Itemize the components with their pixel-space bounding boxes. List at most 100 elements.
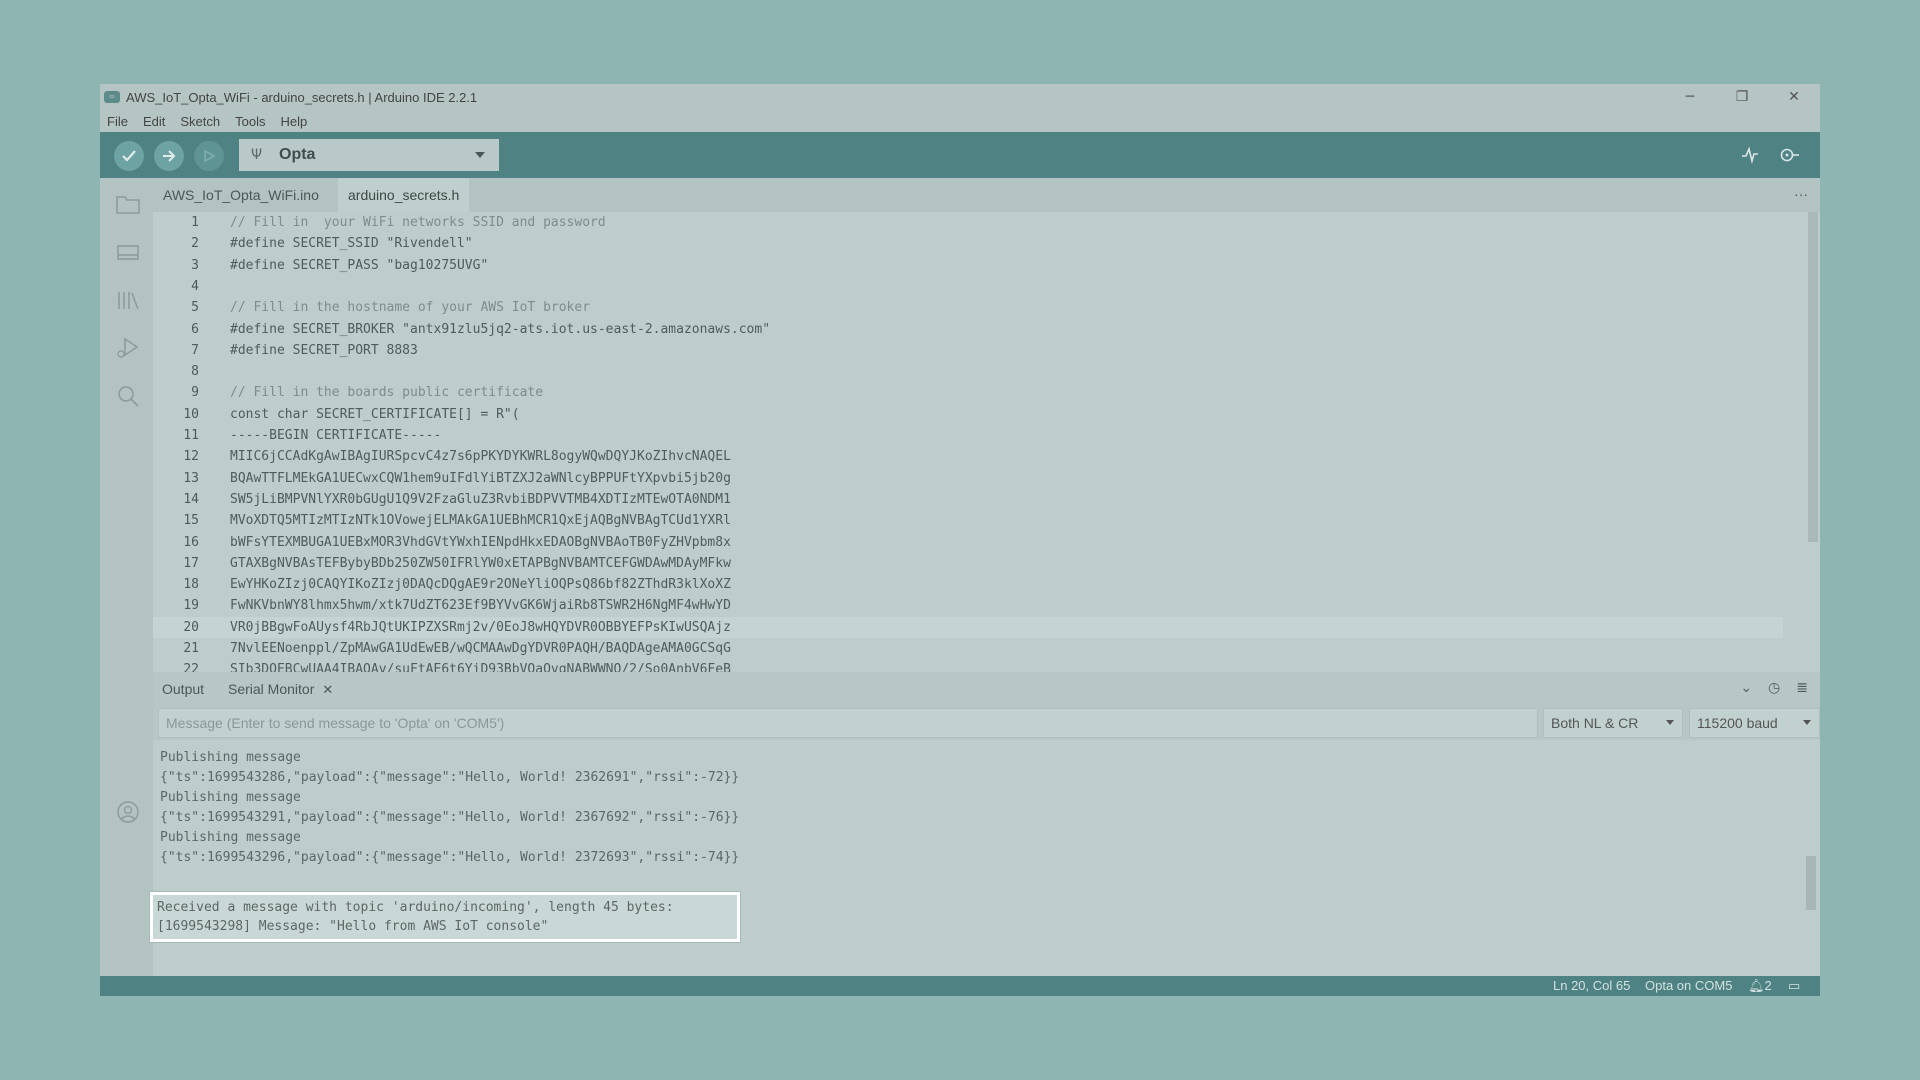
bottom-panel-tabs: Output Serial Monitor ✕ ⌄ ◷ ≣	[153, 672, 1820, 706]
code-line: 18 EwYHKoZIzj0CAQYIKoZIzj0DAQcDQgAE9r2ONe…	[153, 574, 1783, 595]
code-text: #define SECRET_PASS "bag10275UVG"	[230, 257, 489, 273]
minimize-button[interactable]: ─	[1664, 84, 1716, 110]
toggle-panel-icon[interactable]: ▭	[1788, 976, 1800, 996]
line-number: 1	[191, 215, 199, 230]
received-message-line: Received a message with topic 'arduino/i…	[157, 900, 674, 915]
line-number: 14	[183, 491, 199, 507]
serial-message-input[interactable]: Message (Enter to send message to 'Opta'…	[158, 708, 1538, 738]
title-bar: ∞ AWS_IoT_Opta_WiFi - arduino_secrets.h …	[100, 84, 1820, 110]
debug-button[interactable]	[194, 141, 224, 171]
code-text: #define SECRET_SSID "Rivendell"	[230, 236, 473, 252]
serial-plotter-icon[interactable]	[1741, 146, 1759, 168]
debugger-icon[interactable]	[115, 336, 141, 360]
line-number: 6	[191, 321, 199, 337]
chevron-down-icon	[1666, 720, 1674, 725]
code-line: 21 7NvlEENoenppl/ZpMAwGA1UdEwEB/wQCMAAwDg…	[153, 638, 1783, 659]
close-button[interactable]: ✕	[1768, 84, 1820, 110]
chevron-double-down-icon[interactable]: ⌄	[1740, 680, 1752, 696]
line-number: 16	[183, 534, 199, 550]
window-controls: ─ ❐ ✕	[1664, 84, 1820, 110]
code-line: 8	[153, 361, 1783, 382]
line-number: 21	[183, 641, 199, 656]
code-text: SW5jLiBMPVNlYXR0bGUgU1Q9V2FzaGluZ3RvbiBD…	[230, 491, 731, 507]
code-line: 2 #define SECRET_SSID "Rivendell"	[153, 233, 1783, 254]
serial-line: Publishing message	[160, 750, 301, 765]
panel-actions: ⌄ ◷ ≣	[1740, 680, 1808, 696]
notifications[interactable]: 🔔︎2	[1748, 976, 1772, 996]
code-text: SIb3DQEBCwUAA4IBAQAv/suFtAE6t6YiD93BbVQa…	[230, 662, 731, 672]
code-line: 5 // Fill in the hostname of your AWS IoT…	[153, 297, 1783, 318]
line-number: 4	[191, 278, 199, 294]
serial-message-bar: Message (Enter to send message to 'Opta'…	[153, 706, 1820, 740]
notification-count: 2	[1764, 978, 1772, 993]
user-account-icon[interactable]	[115, 800, 141, 824]
code-line: 1 // Fill in your WiFi networks SSID and …	[153, 212, 1783, 233]
sketchbook-folder-icon[interactable]	[115, 192, 141, 216]
menu-tools[interactable]: Tools	[228, 114, 273, 129]
chevron-down-icon	[475, 152, 485, 158]
board-selector[interactable]: Ψ Opta	[239, 139, 499, 171]
tab-serial-monitor[interactable]: Serial Monitor ✕	[228, 672, 333, 706]
code-line: 20 VR0jBBgwFoAUysf4RbJQtUKIPZXSRmj2v/0EoJ…	[153, 616, 1783, 638]
baud-rate-select[interactable]: 115200 baud	[1689, 708, 1820, 738]
serial-scrollbar[interactable]	[1806, 856, 1816, 910]
serial-line: {"ts":1699543286,"payload":{"message":"H…	[160, 770, 740, 785]
tab-arduino-secrets[interactable]: arduino_secrets.h	[338, 178, 470, 212]
line-number: 19	[183, 598, 199, 614]
code-line: 6 #define SECRET_BROKER "antx91zlu5jq2-at…	[153, 319, 1783, 340]
editor-scrollbar[interactable]	[1808, 212, 1818, 542]
menu-bar: File Edit Sketch Tools Help	[100, 110, 315, 132]
upload-button[interactable]	[154, 141, 184, 171]
line-number: 15	[183, 513, 199, 529]
baud-rate-value: 115200 baud	[1697, 715, 1778, 731]
code-line: 12 MIIC6jCCAdKgAwIBAgIURSpcvC4z7s6pPKYDYK…	[153, 446, 1783, 467]
clear-output-icon[interactable]: ≣	[1796, 680, 1808, 696]
window-title: AWS_IoT_Opta_WiFi - arduino_secrets.h | …	[126, 89, 478, 105]
code-text: -----BEGIN CERTIFICATE-----	[230, 428, 442, 443]
code-text: 7NvlEENoenppl/ZpMAwGA1UdEwEB/wQCMAAwDgYD…	[230, 641, 731, 656]
code-line: 22 SIb3DQEBCwUAA4IBAQAv/suFtAE6t6YiD93BbV…	[153, 659, 1783, 672]
editor-tabs: AWS_IoT_Opta_WiFi.ino arduino_secrets.h …	[153, 178, 1820, 212]
arduino-logo-icon: ∞	[104, 91, 120, 103]
code-text: bWFsYTEXMBUGA1UEBxMOR3VhdGVtYWxhIENpdHkx…	[230, 534, 731, 550]
cursor-position[interactable]: Ln 20, Col 65	[1553, 976, 1630, 996]
line-number: 11	[183, 428, 199, 443]
menu-help[interactable]: Help	[273, 114, 315, 129]
tab-sketch-ino[interactable]: AWS_IoT_Opta_WiFi.ino	[153, 178, 329, 212]
usb-icon: Ψ	[251, 147, 263, 163]
clock-icon[interactable]: ◷	[1768, 680, 1780, 696]
code-line: 19 FwNKVbnWY8lhmx5hwm/xtk7UdZT623Ef9BYVvG…	[153, 595, 1783, 616]
more-options-icon[interactable]: ···	[1794, 186, 1808, 202]
tab-output[interactable]: Output	[162, 672, 204, 706]
serial-monitor-icon[interactable]	[1778, 146, 1800, 168]
serial-line: Publishing message	[160, 790, 301, 805]
search-icon[interactable]	[115, 384, 141, 408]
menu-file[interactable]: File	[100, 114, 136, 129]
verify-button[interactable]	[114, 141, 144, 171]
checkmark-icon	[122, 150, 136, 162]
line-ending-value: Both NL & CR	[1551, 715, 1639, 731]
code-text: const char SECRET_CERTIFICATE[] = R"(	[230, 406, 520, 422]
code-line: 14 SW5jLiBMPVNlYXR0bGUgU1Q9V2FzaGluZ3Rvbi…	[153, 489, 1783, 510]
line-number: 3	[191, 257, 199, 273]
received-message-highlight: Received a message with topic 'arduino/i…	[150, 892, 740, 942]
code-text: // Fill in the hostname of your AWS IoT …	[230, 300, 591, 316]
code-editor[interactable]: 1 // Fill in your WiFi networks SSID and …	[153, 212, 1820, 672]
line-number: 17	[183, 555, 199, 571]
line-number: 8	[191, 364, 199, 380]
code-text: // Fill in the boards public certificate	[230, 385, 544, 401]
line-number: 2	[191, 236, 199, 252]
menu-sketch[interactable]: Sketch	[173, 114, 228, 129]
boards-manager-icon[interactable]	[115, 240, 141, 264]
bell-icon: 🔔︎	[1748, 978, 1765, 993]
code-line: 17 GTAXBgNVBAsTEFBybyBDb250ZW50IFRlYW0xET…	[153, 553, 1783, 574]
code-text: MVoXDTQ5MTIzMTIzNTk1OVowejELMAkGA1UEBhMC…	[230, 513, 731, 529]
code-text: BQAwTTFLMEkGA1UECwxCQW1hem9uIFdlYiBTZXJ2…	[230, 470, 731, 486]
code-text: FwNKVbnWY8lhmx5hwm/xtk7UdZT623Ef9BYVvGK6…	[230, 598, 731, 614]
board-port-status[interactable]: Opta on COM5	[1645, 976, 1732, 996]
line-ending-select[interactable]: Both NL & CR	[1543, 708, 1683, 738]
menu-edit[interactable]: Edit	[136, 114, 173, 129]
restore-button[interactable]: ❐	[1716, 84, 1768, 110]
library-manager-icon[interactable]	[115, 288, 141, 312]
close-icon[interactable]: ✕	[322, 682, 333, 697]
